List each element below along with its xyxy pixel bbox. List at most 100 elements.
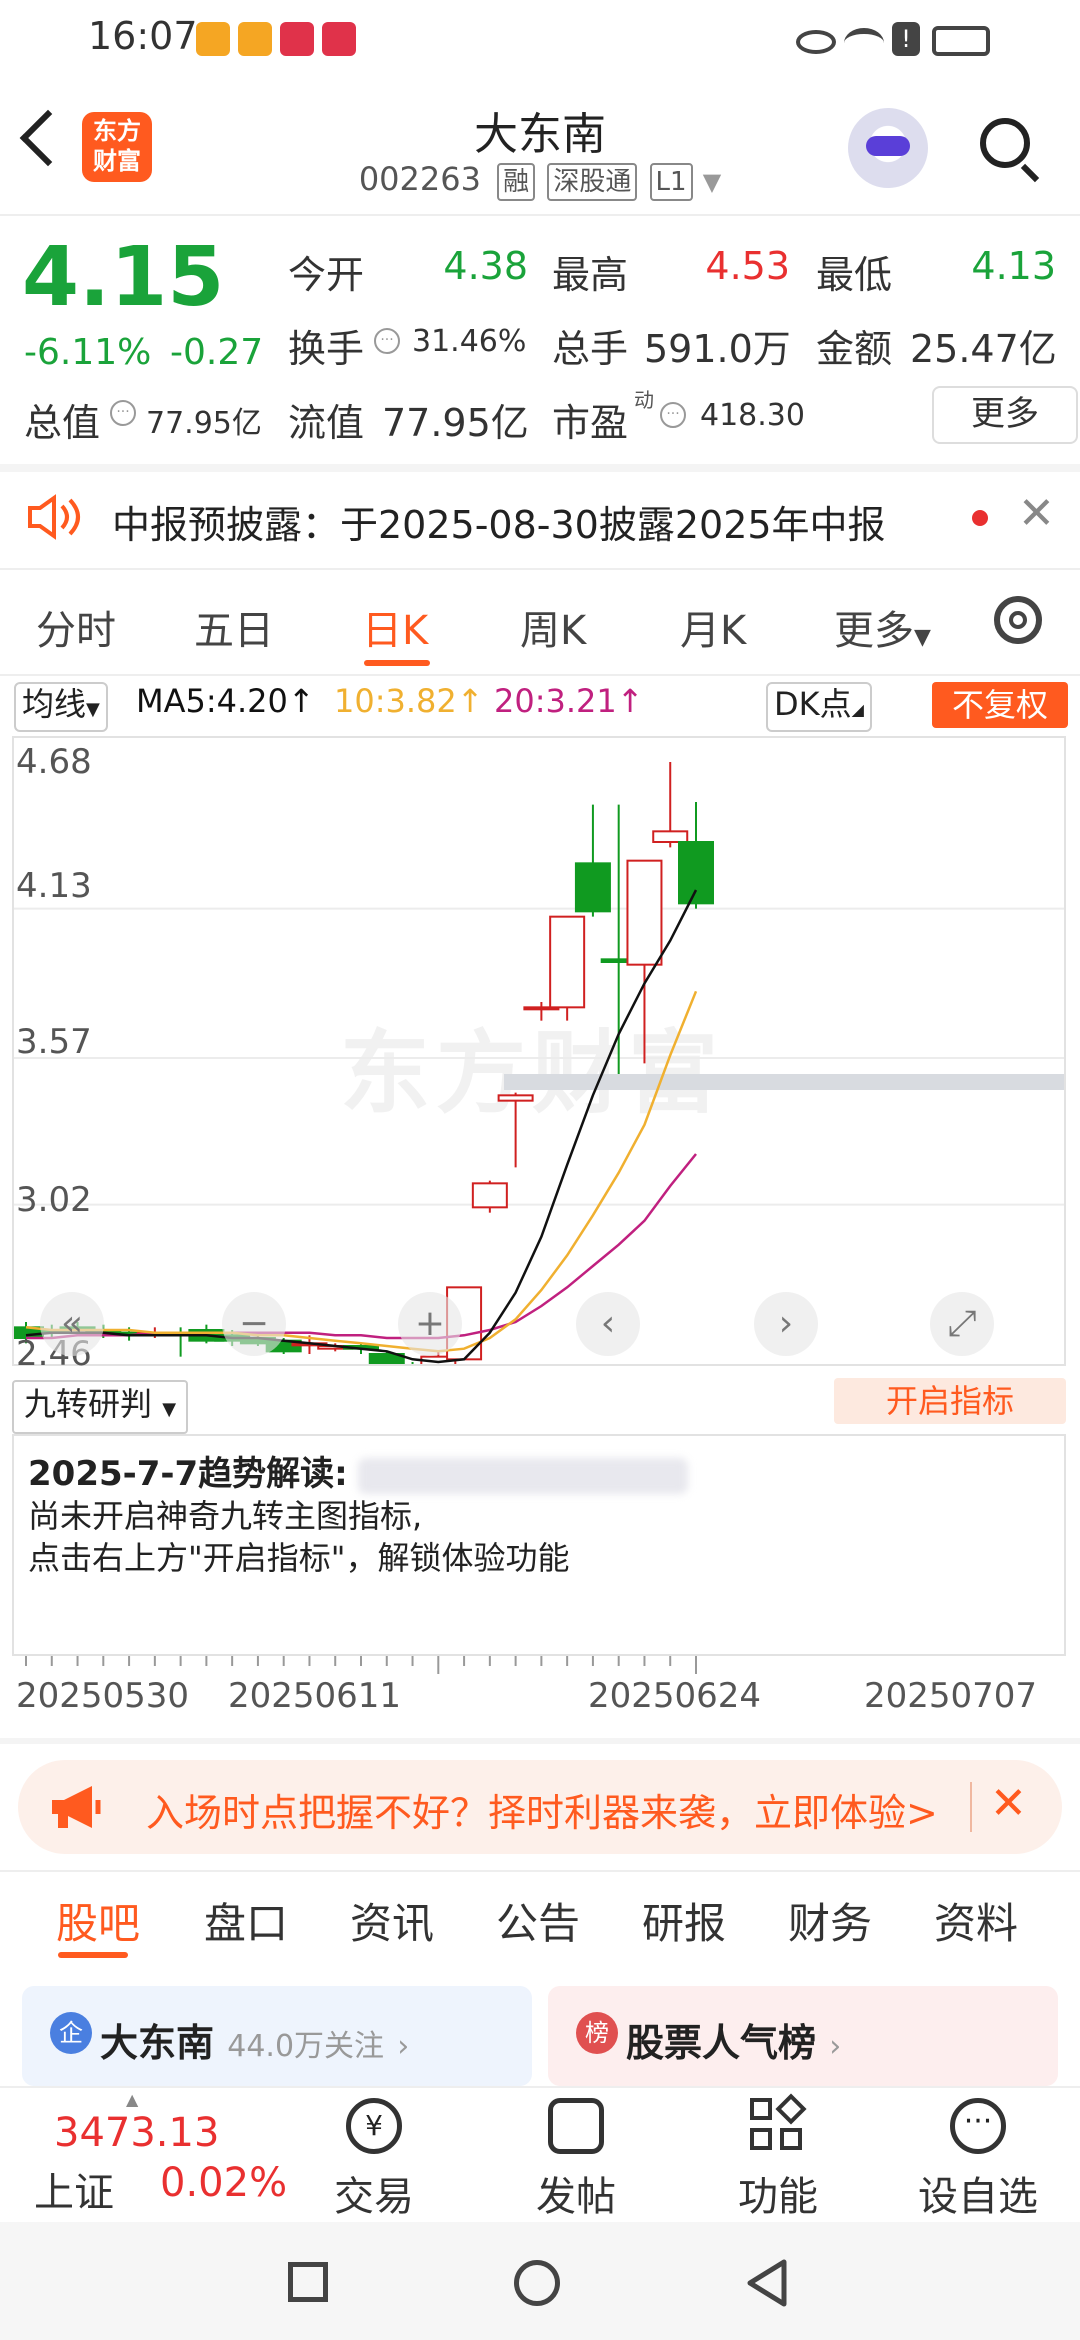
x-axis-ticks: [25, 1656, 697, 1674]
tab-monthly-k[interactable]: 月K: [680, 598, 746, 656]
back-nav-icon[interactable]: [744, 2258, 790, 2308]
system-navigation-bar: [0, 2222, 1080, 2340]
unread-dot: [972, 510, 988, 526]
divider: [0, 568, 1080, 570]
robot-assistant-icon[interactable]: [848, 108, 928, 188]
search-icon[interactable]: [980, 118, 1030, 168]
divider: [0, 1870, 1080, 1872]
tab-announcements[interactable]: 公告: [496, 1890, 580, 1951]
trend-reading-panel: 2025-7-7趋势解读: 尚未开启神奇九转主图指标, 点击右上方"开启指标"，…: [12, 1434, 1066, 1656]
volume-label: 总手: [552, 327, 629, 371]
gear-icon[interactable]: [994, 596, 1042, 644]
grid-function-icon[interactable]: [750, 2093, 807, 2154]
candle-body: [678, 841, 714, 905]
popularity-card-title: 股票人气榜 ›: [626, 2012, 841, 2067]
tab-intraday[interactable]: 分时: [36, 598, 116, 656]
tab-order-book[interactable]: 盘口: [204, 1890, 288, 1951]
index-name[interactable]: 上证: [34, 2160, 114, 2218]
tab-forum[interactable]: 股吧: [56, 1890, 140, 1951]
dk-band: [504, 1074, 1064, 1090]
pe-superscript: 动: [634, 388, 654, 412]
status-time: 16:07: [88, 14, 198, 58]
info-icon[interactable]: ···: [660, 402, 686, 428]
nine-turn-select[interactable]: 九转研判 ▼: [12, 1380, 189, 1434]
zoom-out-icon[interactable]: −: [222, 1292, 286, 1356]
adjust-button[interactable]: 不复权: [932, 682, 1068, 728]
caret-down-icon: ▼: [914, 625, 931, 650]
x-tick-label: 20250624: [588, 1676, 762, 1716]
fullscreen-icon[interactable]: ⤢: [930, 1292, 994, 1356]
blurred-content: [357, 1457, 688, 1494]
pe-value: 418.30: [700, 398, 805, 433]
tab-profile[interactable]: 资料: [934, 1890, 1018, 1951]
tab-research[interactable]: 研报: [642, 1890, 726, 1951]
chevron-right-icon: ›: [829, 2029, 842, 2064]
kline-chart[interactable]: [14, 738, 1064, 1364]
watchlist-button-label[interactable]: 设自选: [908, 2164, 1048, 2222]
market-cap-label: 总值: [24, 401, 101, 445]
change-percent: -6.11%: [24, 332, 152, 373]
weibo-notification-icon: [196, 22, 230, 56]
index-value[interactable]: 3473.13: [54, 2110, 219, 2156]
stock-code: 002263: [358, 160, 481, 198]
trend-title: 2025-7-7趋势解读:: [28, 1446, 1050, 1495]
info-icon[interactable]: ···: [374, 328, 400, 354]
divider: [0, 1738, 1080, 1744]
post-button-label[interactable]: 发帖: [506, 2164, 646, 2222]
trade-button-label[interactable]: 交易: [304, 2164, 444, 2222]
tab-weekly-k[interactable]: 周K: [520, 598, 586, 656]
dk-point-select[interactable]: DK点◢: [766, 682, 872, 732]
promo-text: 入场时点把握不好？择时利器来袭，立即体验>: [146, 1791, 938, 1835]
ma10-text: 10:3.82: [334, 682, 457, 720]
x-tick-label: 20250611: [228, 1676, 402, 1716]
scroll-right-icon[interactable]: ›: [754, 1292, 818, 1356]
yuan-exchange-icon[interactable]: ¥: [346, 2098, 402, 2154]
caret-up-icon[interactable]: ▲: [126, 2090, 138, 2109]
company-card[interactable]: 企 大东南 44.0万关注 ›: [22, 1986, 532, 2086]
tab-finance[interactable]: 财务: [788, 1890, 872, 1951]
scroll-left-icon[interactable]: ‹: [576, 1292, 640, 1356]
tab-five-day[interactable]: 五日: [194, 598, 274, 656]
y-tick: 4.13: [16, 866, 92, 906]
zoom-in-icon[interactable]: +: [398, 1292, 462, 1356]
tab-news[interactable]: 资讯: [350, 1890, 434, 1951]
popularity-card[interactable]: 榜 股票人气榜 ›: [548, 1986, 1058, 2086]
open-value: 4.38: [443, 244, 528, 288]
high-value: 4.53: [705, 244, 790, 288]
edit-post-icon[interactable]: [548, 2098, 604, 2154]
float-cap-label: 流值: [288, 401, 365, 445]
x-tick-label: 20250707: [864, 1676, 1038, 1716]
company-card-title: 大东南 44.0万关注 ›: [100, 2012, 409, 2067]
divider: [0, 674, 1080, 676]
candle-body: [549, 915, 586, 1009]
y-tick: 4.68: [16, 742, 92, 782]
followers-count: 44.0万关注: [227, 2029, 385, 2064]
company-name: 大东南: [100, 2021, 215, 2065]
more-dots-icon[interactable]: ···: [950, 2098, 1006, 2154]
caret-down-icon: ▼: [86, 699, 100, 720]
promo-banner[interactable]: 入场时点把握不好？择时利器来袭，立即体验> ✕: [18, 1760, 1062, 1854]
alert-icon: !: [892, 22, 920, 56]
enable-indicator-button[interactable]: 开启指标: [834, 1378, 1066, 1424]
indicator-select[interactable]: 均线▼: [14, 682, 108, 732]
change-amount: -0.27: [170, 332, 264, 373]
tab-daily-k[interactable]: 日K: [362, 598, 428, 656]
amount-value: 25.47亿: [910, 327, 1057, 371]
close-icon[interactable]: ✕: [990, 1778, 1027, 1829]
ma5-text: MA5:4.20: [136, 682, 288, 720]
more-button[interactable]: 更多: [932, 386, 1078, 444]
candle-body: [574, 862, 611, 913]
info-icon[interactable]: ···: [110, 400, 136, 426]
home-icon[interactable]: [514, 2260, 560, 2306]
recents-icon[interactable]: [288, 2262, 328, 2302]
function-button-label[interactable]: 功能: [708, 2164, 848, 2222]
notice-bar[interactable]: 中报预披露：于2025-08-30披露2025年中报 ✕: [0, 464, 1080, 568]
app-notification-icon: [322, 22, 356, 56]
caret-down-icon: ▼: [162, 1399, 177, 1420]
turnover-label: 换手: [288, 327, 365, 371]
close-icon[interactable]: ✕: [1018, 488, 1055, 539]
tab-more[interactable]: 更多▼: [834, 598, 931, 656]
open-label: 今开: [288, 253, 365, 297]
rewind-icon[interactable]: «: [40, 1292, 104, 1356]
index-percent[interactable]: 0.02%: [160, 2160, 287, 2206]
